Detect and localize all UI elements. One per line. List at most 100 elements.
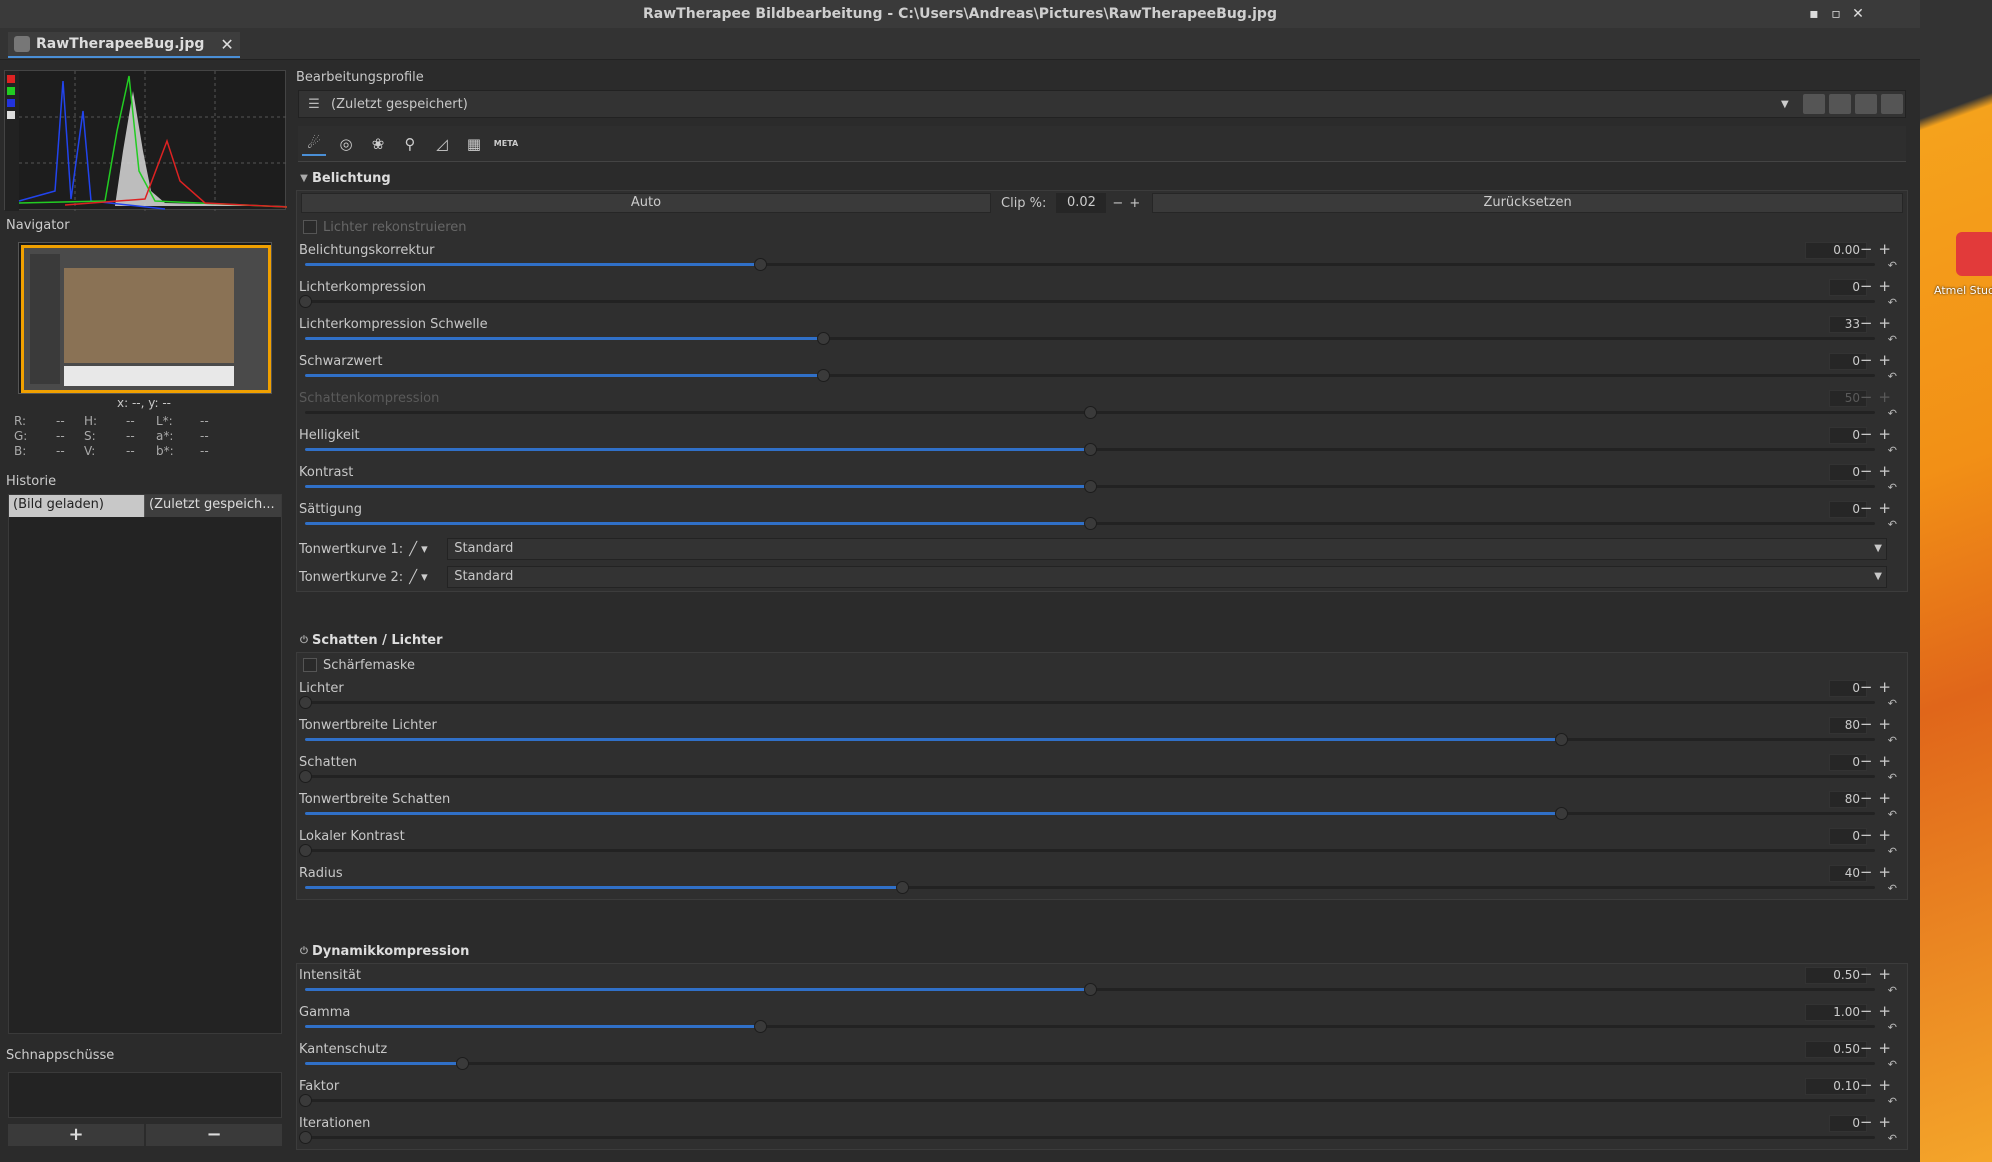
slider-knob[interactable] bbox=[1084, 443, 1097, 456]
reset-icon[interactable]: ↶ bbox=[1888, 370, 1897, 383]
save-profile-icon[interactable] bbox=[1829, 94, 1851, 114]
slider-stepper[interactable]: −+ bbox=[1860, 499, 1897, 517]
slider-value-input[interactable]: 1.00 bbox=[1805, 1004, 1867, 1021]
slider-stepper[interactable]: −+ bbox=[1860, 678, 1897, 696]
reset-icon[interactable]: ↶ bbox=[1888, 845, 1897, 858]
atmel-studio-icon[interactable] bbox=[1956, 232, 1992, 276]
slider-track[interactable] bbox=[305, 258, 1875, 271]
advanced-tab-icon[interactable]: ⚲ bbox=[398, 132, 422, 156]
slider-stepper[interactable]: −+ bbox=[1860, 715, 1897, 733]
dynamic-header[interactable]: ⏻ Dynamikkompression bbox=[296, 939, 1908, 963]
slider-knob[interactable] bbox=[754, 1020, 768, 1033]
reset-icon[interactable]: ↶ bbox=[1888, 882, 1897, 895]
slider-stepper[interactable]: −+ bbox=[1860, 351, 1897, 369]
close-button[interactable]: ✕ bbox=[1846, 0, 1870, 28]
snapshots-list[interactable] bbox=[8, 1072, 282, 1118]
power-icon[interactable]: ⏻ bbox=[296, 946, 312, 957]
slider-stepper[interactable]: −+ bbox=[1860, 863, 1897, 881]
reset-icon[interactable]: ↶ bbox=[1888, 518, 1897, 531]
slider-knob[interactable] bbox=[754, 258, 768, 271]
collapse-triangle-icon[interactable]: ▼ bbox=[296, 173, 312, 184]
reconstruct-checkbox[interactable]: Lichter rekonstruieren bbox=[297, 215, 1907, 239]
reset-icon[interactable]: ↶ bbox=[1888, 333, 1897, 346]
color-tab-icon[interactable]: ❀ bbox=[366, 132, 390, 156]
slider-knob[interactable] bbox=[895, 881, 909, 894]
exposure-header[interactable]: ▼ Belichtung bbox=[296, 166, 1908, 190]
slider-knob[interactable] bbox=[456, 1057, 469, 1070]
shadows-header[interactable]: ⏻ Schatten / Lichter bbox=[296, 628, 1908, 652]
slider-stepper[interactable]: −+ bbox=[1860, 1002, 1897, 1020]
reset-icon[interactable]: ↶ bbox=[1888, 734, 1897, 747]
slider-knob[interactable] bbox=[1555, 807, 1568, 820]
file-tab[interactable]: RawTherapeeBug.jpg ✕ bbox=[8, 32, 240, 58]
slider-knob[interactable] bbox=[1555, 733, 1568, 746]
reset-icon[interactable]: ↶ bbox=[1888, 771, 1897, 784]
minimize-button[interactable]: ▪ bbox=[1802, 0, 1826, 28]
raw-tab-icon[interactable]: ▦ bbox=[462, 132, 486, 156]
slider-track[interactable] bbox=[305, 369, 1875, 382]
slider-track[interactable] bbox=[305, 983, 1875, 996]
slider-stepper[interactable]: −+ bbox=[1860, 462, 1897, 480]
slider-track[interactable] bbox=[305, 1057, 1875, 1070]
reset-icon[interactable]: ↶ bbox=[1888, 481, 1897, 494]
detail-tab-icon[interactable]: ◎ bbox=[334, 132, 358, 156]
slider-value-input[interactable]: 0.10 bbox=[1805, 1078, 1867, 1095]
curve-type-icon[interactable]: ╱ ▾ bbox=[409, 570, 441, 585]
reset-button[interactable]: Zurücksetzen bbox=[1152, 193, 1903, 213]
profile-selector[interactable]: ☰ (Zuletzt gespeichert) ▼ bbox=[298, 90, 1906, 118]
slider-stepper[interactable]: −+ bbox=[1860, 789, 1897, 807]
transform-tab-icon[interactable]: ◿ bbox=[430, 132, 454, 156]
slider-knob[interactable] bbox=[817, 369, 831, 382]
slider-track[interactable] bbox=[305, 517, 1875, 530]
history-row[interactable]: (Bild geladen) (Zuletzt gespeich... bbox=[9, 495, 281, 517]
curve-type-icon[interactable]: ╱ ▾ bbox=[409, 542, 441, 557]
slider-knob[interactable] bbox=[299, 1131, 312, 1144]
reset-icon[interactable]: ↶ bbox=[1888, 1132, 1897, 1145]
open-profile-icon[interactable] bbox=[1803, 94, 1825, 114]
sharpmask-checkbox[interactable]: Schärfemaske bbox=[297, 653, 1907, 677]
slider-stepper[interactable]: −+ bbox=[1860, 425, 1897, 443]
copy-profile-icon[interactable] bbox=[1855, 94, 1877, 114]
slider-knob[interactable] bbox=[299, 770, 312, 783]
slider-track[interactable] bbox=[305, 443, 1875, 456]
reset-icon[interactable]: ↶ bbox=[1888, 984, 1897, 997]
slider-stepper[interactable]: −+ bbox=[1860, 1076, 1897, 1094]
slider-track[interactable] bbox=[299, 295, 1875, 308]
slider-track[interactable] bbox=[305, 1020, 1875, 1033]
slider-knob[interactable] bbox=[299, 696, 312, 709]
reset-icon[interactable]: ↶ bbox=[1888, 296, 1897, 309]
slider-knob[interactable] bbox=[1084, 983, 1097, 996]
slider-knob[interactable] bbox=[299, 295, 312, 308]
slider-value-input[interactable]: 0.00 bbox=[1805, 242, 1867, 259]
slider-track[interactable] bbox=[299, 844, 1875, 857]
navigator-viewport-frame[interactable] bbox=[21, 245, 271, 393]
chevron-down-icon[interactable]: ▼ bbox=[1781, 99, 1801, 110]
curve2-select[interactable]: Standard ▼ bbox=[447, 566, 1887, 588]
clip-input[interactable]: 0.02 bbox=[1056, 193, 1107, 213]
reset-icon[interactable]: ↶ bbox=[1888, 1095, 1897, 1108]
slider-track[interactable] bbox=[305, 480, 1875, 493]
slider-track[interactable] bbox=[305, 332, 1875, 345]
slider-stepper[interactable]: −+ bbox=[1860, 277, 1897, 295]
navigator-preview[interactable] bbox=[18, 242, 272, 394]
slider-knob[interactable] bbox=[1084, 480, 1097, 493]
slider-track[interactable] bbox=[305, 807, 1875, 820]
reset-icon[interactable]: ↶ bbox=[1888, 259, 1897, 272]
clip-stepper[interactable]: −+ bbox=[1112, 196, 1146, 211]
maximize-button[interactable]: ▫ bbox=[1824, 0, 1848, 28]
slider-stepper[interactable]: −+ bbox=[1860, 240, 1897, 258]
reset-icon[interactable]: ↶ bbox=[1888, 1021, 1897, 1034]
slider-track[interactable] bbox=[299, 1094, 1875, 1107]
slider-knob[interactable] bbox=[817, 332, 831, 345]
checkbox-box[interactable] bbox=[303, 220, 317, 234]
reset-icon[interactable]: ↶ bbox=[1888, 697, 1897, 710]
curve1-select[interactable]: Standard ▼ bbox=[447, 538, 1887, 560]
slider-track[interactable] bbox=[299, 696, 1875, 709]
paste-profile-icon[interactable] bbox=[1881, 94, 1903, 114]
slider-track[interactable] bbox=[305, 881, 1875, 894]
exposure-tab-icon[interactable]: ☄ bbox=[302, 132, 326, 156]
reset-icon[interactable]: ↶ bbox=[1888, 1058, 1897, 1071]
slider-stepper[interactable]: −+ bbox=[1860, 388, 1897, 406]
remove-snapshot-button[interactable]: − bbox=[146, 1124, 282, 1146]
slider-stepper[interactable]: −+ bbox=[1860, 1039, 1897, 1057]
